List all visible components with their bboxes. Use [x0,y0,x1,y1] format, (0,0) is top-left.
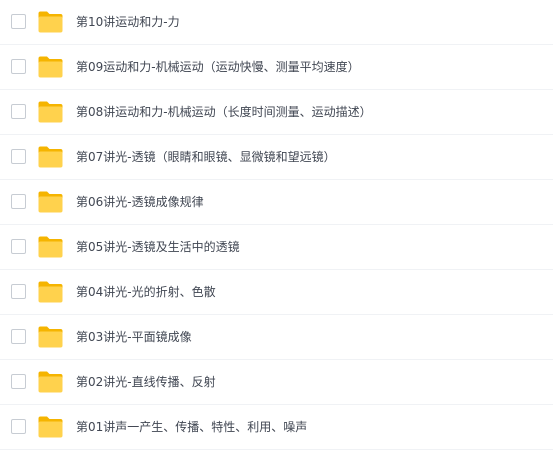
folder-icon-svg [38,101,63,123]
select-checkbox[interactable] [11,14,26,29]
folder-icon-svg [38,281,63,303]
folder-icon [37,370,64,394]
file-row-4[interactable]: 第06讲光-透镜成像规律 [0,180,553,225]
select-checkbox[interactable] [11,59,26,74]
select-checkbox[interactable] [11,104,26,119]
select-checkbox[interactable] [11,284,26,299]
file-name[interactable]: 第10讲运动和力-力 [76,14,180,30]
file-row-0[interactable]: 第10讲运动和力-力 [0,0,553,45]
folder-icon [37,100,64,124]
select-checkbox[interactable] [11,194,26,209]
folder-icon-svg [38,326,63,348]
folder-icon-svg [38,191,63,213]
file-name[interactable]: 第02讲光-直线传播、反射 [76,374,216,390]
folder-icon-svg [38,236,63,258]
file-row-2[interactable]: 第08讲运动和力-机械运动（长度时间测量、运动描述） [0,90,553,135]
folder-icon-svg [38,56,63,78]
file-row-7[interactable]: 第03讲光-平面镜成像 [0,315,553,360]
file-name[interactable]: 第08讲运动和力-机械运动（长度时间测量、运动描述） [76,104,372,120]
file-row-6[interactable]: 第04讲光-光的折射、色散 [0,270,553,315]
select-checkbox[interactable] [11,419,26,434]
file-row-3[interactable]: 第07讲光-透镜（眼睛和眼镜、显微镜和望远镜） [0,135,553,180]
folder-icon [37,145,64,169]
select-checkbox[interactable] [11,239,26,254]
file-name[interactable]: 第06讲光-透镜成像规律 [76,194,204,210]
file-name[interactable]: 第03讲光-平面镜成像 [76,329,192,345]
file-name[interactable]: 第05讲光-透镜及生活中的透镜 [76,239,240,255]
folder-icon-svg [38,371,63,393]
folder-icon-svg [38,146,63,168]
folder-icon [37,190,64,214]
folder-icon [37,280,64,304]
file-row-9[interactable]: 第01讲声一产生、传播、特性、利用、噪声 [0,405,553,450]
file-row-5[interactable]: 第05讲光-透镜及生活中的透镜 [0,225,553,270]
select-checkbox[interactable] [11,329,26,344]
folder-icon-svg [38,416,63,438]
file-list: 第10讲运动和力-力 第09运动和力-机械运动（运动快慢、测量平均速度） 第08… [0,0,553,450]
folder-icon-svg [38,11,63,33]
file-row-8[interactable]: 第02讲光-直线传播、反射 [0,360,553,405]
folder-icon [37,55,64,79]
file-name[interactable]: 第04讲光-光的折射、色散 [76,284,216,300]
file-name[interactable]: 第01讲声一产生、传播、特性、利用、噪声 [76,419,307,435]
folder-icon [37,10,64,34]
folder-icon [37,325,64,349]
file-name[interactable]: 第07讲光-透镜（眼睛和眼镜、显微镜和望远镜） [76,149,336,165]
folder-icon [37,415,64,439]
file-name[interactable]: 第09运动和力-机械运动（运动快慢、测量平均速度） [76,59,360,75]
select-checkbox[interactable] [11,149,26,164]
select-checkbox[interactable] [11,374,26,389]
file-row-1[interactable]: 第09运动和力-机械运动（运动快慢、测量平均速度） [0,45,553,90]
folder-icon [37,235,64,259]
